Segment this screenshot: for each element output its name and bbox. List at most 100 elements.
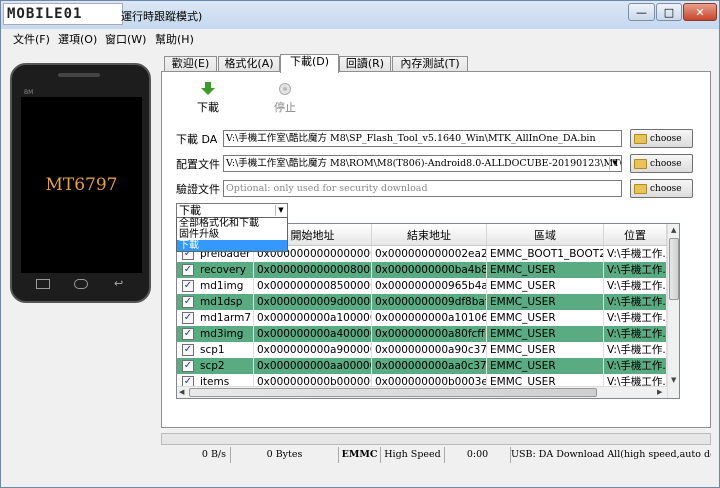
cell-region: EMMC_USER (487, 262, 604, 278)
cell-end: 0x000000000a90c37f (372, 342, 487, 358)
cell-location: V:\手機工作... (604, 342, 667, 358)
tab-download[interactable]: 下載(D) (280, 54, 339, 73)
app-logo: MOBILE01 (3, 3, 123, 25)
cell-end: 0x000000000002ea2b (372, 246, 487, 262)
table-row[interactable]: ✓ scp1 0x000000000a900000 0x000000000a90… (177, 342, 667, 358)
close-icon: ✕ (695, 5, 705, 19)
download-button[interactable]: 下載 (195, 82, 221, 115)
menu-file[interactable]: 文件(F) (13, 31, 50, 47)
status-usb: USB: DA Download All(high speed,auto det… (511, 449, 711, 460)
cell-name: md1arm7 (197, 310, 254, 326)
scatter-label: 配置文件 (176, 158, 220, 171)
chevron-down-icon[interactable]: ▼ (275, 205, 286, 216)
phone-brand: BM (24, 89, 34, 96)
row-checkbox[interactable]: ✓ (182, 344, 194, 356)
cell-region: EMMC_BOOT1_BOOT2 (487, 246, 604, 262)
scroll-left-icon[interactable]: ◀ (179, 388, 184, 396)
table-row[interactable]: ✓ md1dsp 0x0000000009d00000 0x0000000009… (177, 294, 667, 310)
menu-bar: 文件(F) 選項(O) 窗口(W) 幫助(H) (1, 29, 719, 47)
phone-speaker (58, 73, 100, 77)
column-header-location[interactable]: 位置 (604, 224, 667, 246)
row-checkbox[interactable]: ✓ (182, 264, 194, 276)
scrollbar-thumb[interactable] (669, 238, 679, 300)
row-checkbox[interactable]: ✓ (182, 360, 194, 372)
logo-text: MOBILE01 (7, 6, 83, 22)
cell-region: EMMC_USER (487, 326, 604, 342)
scrollbar-thumb[interactable] (189, 388, 597, 397)
choose-label: choose (650, 183, 682, 194)
cell-begin: 0x0000000009d00000 (254, 294, 372, 310)
close-button[interactable]: ✕ (683, 3, 717, 21)
choose-auth-button[interactable]: choose (630, 179, 693, 198)
chevron-down-icon[interactable]: ▼ (609, 157, 620, 170)
cell-region: EMMC_USER (487, 278, 604, 294)
cell-region: EMMC_USER (487, 310, 604, 326)
cell-name: scp1 (197, 342, 254, 358)
download-label: 下載 (197, 101, 219, 114)
menu-options[interactable]: 選項(O) (58, 31, 97, 47)
scroll-right-icon[interactable]: ▶ (657, 388, 662, 396)
minimize-button[interactable]: — (628, 3, 655, 21)
cell-location: V:\手機工作... (604, 262, 667, 278)
cell-end: 0x000000000965b4af (372, 278, 487, 294)
table-row[interactable]: ✓ recovery 0x0000000000008000 0x00000000… (177, 262, 667, 278)
row-checkbox[interactable]: ✓ (182, 328, 194, 340)
download-mode-options: 全部格式化和下載 固件升級 下載 (176, 217, 288, 252)
choose-scatter-button[interactable]: choose (630, 154, 693, 173)
cell-location: V:\手機工作... (604, 294, 667, 310)
table-row[interactable]: ✓ scp2 0x000000000aa00000 0x000000000aa0… (177, 358, 667, 374)
column-header-region[interactable]: 區域 (487, 224, 604, 246)
cell-location: V:\手機工作... (604, 310, 667, 326)
folder-icon (634, 133, 647, 144)
table-row[interactable]: ✓ md1arm7 0x000000000a100000 0x000000000… (177, 310, 667, 326)
maximize-button[interactable]: □ (656, 3, 682, 21)
cell-end: 0x0000000009df8baf (372, 294, 487, 310)
download-panel: 下載 停止 下載 DA V:\手機工作室\酷比魔方 M8\SP_Flash_To… (161, 71, 711, 428)
da-label: 下載 DA (176, 133, 218, 146)
column-header-end[interactable]: 結束地址 (372, 224, 487, 246)
cell-begin: 0x000000000a400000 (254, 326, 372, 342)
cell-location: V:\手機工作... (604, 358, 667, 374)
cell-end: 0x000000000a10106f (372, 310, 487, 326)
tab-strip: 歡迎(E) 格式化(A) 下載(D) 回讀(R) 內存測試(T) (161, 54, 711, 73)
menu-window[interactable]: 窗口(W) (105, 31, 146, 47)
scroll-up-icon[interactable]: ▲ (671, 226, 676, 234)
table-vertical-scrollbar[interactable]: ▲ ▼ (667, 224, 679, 398)
download-mode-select[interactable]: 下載 ▼ (176, 203, 288, 218)
option-download-only[interactable]: 下載 (177, 240, 287, 251)
da-file-field[interactable]: V:\手機工作室\酷比魔方 M8\SP_Flash_Tool_v5.1640_W… (223, 130, 622, 147)
option-firmware-upgrade[interactable]: 固件升級 (177, 229, 287, 240)
auth-label: 驗證文件 (176, 183, 220, 196)
phone-illustration: BM MT6797 ↩ (10, 63, 151, 303)
title-bar: MOBILE01 運行時跟蹤模式) — □ ✕ (1, 1, 719, 29)
window-title: 運行時跟蹤模式) (121, 10, 203, 23)
choose-label: choose (650, 158, 682, 169)
auth-file-field[interactable]: Optional: only used for security downloa… (223, 180, 622, 197)
tab-format[interactable]: 格式化(A) (218, 56, 280, 72)
progress-bar (161, 433, 711, 445)
cell-end: 0x0000000000ba4b8f (372, 262, 487, 278)
status-mode: High Speed (381, 447, 445, 463)
choose-da-button[interactable]: choose (630, 129, 693, 148)
scroll-down-icon[interactable]: ▼ (671, 376, 676, 384)
cell-region: EMMC_USER (487, 342, 604, 358)
table-row[interactable]: ✓ md1img 0x0000000008500000 0x0000000009… (177, 278, 667, 294)
tab-welcome[interactable]: 歡迎(E) (164, 56, 217, 72)
stop-button[interactable]: 停止 (272, 82, 298, 115)
download-mode-value: 下載 (179, 204, 201, 217)
folder-icon (634, 158, 647, 169)
scatter-file-combo[interactable]: V:\手機工作室\酷比魔方 M8\ROM\M8(T806)-Android8.0… (223, 155, 622, 172)
table-horizontal-scrollbar[interactable]: ◀ ▶ (177, 386, 667, 398)
row-checkbox[interactable]: ✓ (182, 312, 194, 324)
status-bar: 0 B/s 0 Bytes EMMC High Speed 0:00 USB: … (161, 447, 717, 463)
choose-label: choose (650, 133, 682, 144)
cell-location: V:\手機工作... (604, 246, 667, 262)
cell-location: V:\手機工作... (604, 326, 667, 342)
table-row[interactable]: ✓ md3img 0x000000000a400000 0x000000000a… (177, 326, 667, 342)
row-checkbox[interactable]: ✓ (182, 296, 194, 308)
tab-readback[interactable]: 回讀(R) (339, 56, 391, 72)
row-checkbox[interactable]: ✓ (182, 280, 194, 292)
menu-help[interactable]: 幫助(H) (155, 31, 194, 47)
tab-memory-test[interactable]: 內存測試(T) (392, 56, 468, 72)
option-format-all-download[interactable]: 全部格式化和下載 (177, 218, 287, 229)
